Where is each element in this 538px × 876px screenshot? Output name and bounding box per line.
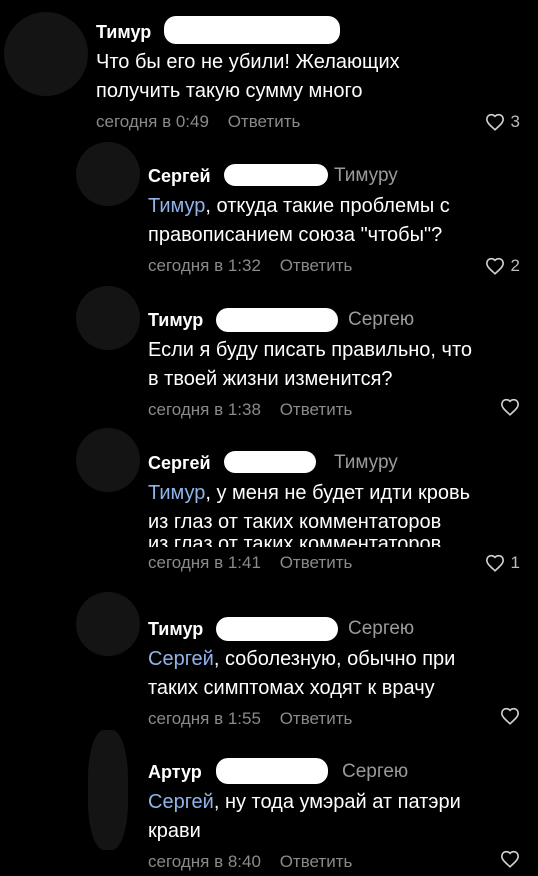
heart-icon [500, 850, 520, 868]
mention-link[interactable]: Сергей [148, 791, 214, 813]
comment: Сергей Тимуру Тимур, у меня не будет идт… [148, 449, 520, 575]
author-name[interactable]: Тимур [148, 310, 203, 330]
comment-text: Тимур, у меня не будет идти кровь из гла… [148, 482, 471, 533]
comment: Артур Сергею Сергей, ну тода умэрай ат п… [148, 758, 520, 874]
timestamp: сегодня в 0:49 [96, 112, 209, 131]
comment-text: Сергей, соболезную, обычно при таких сим… [148, 648, 456, 699]
like-button[interactable] [500, 850, 520, 868]
reply-button[interactable]: Ответить [280, 709, 353, 728]
comment: Тимур Сергею Сергей, соболезную, обычно … [148, 615, 520, 731]
heart-icon [485, 113, 504, 131]
redacted-surname [216, 617, 338, 641]
avatar[interactable] [76, 286, 140, 350]
mention-link[interactable]: Сергей [148, 648, 214, 670]
author-name[interactable]: Тимур [148, 619, 203, 639]
timestamp: сегодня в 1:38 [148, 400, 261, 419]
duplicated-text-artifact: из глаз от таких комментаторов [148, 537, 520, 547]
reply-to[interactable]: Тимуру [334, 449, 398, 477]
author-name[interactable]: Сергей [148, 453, 211, 473]
like-count: 2 [510, 256, 520, 275]
timestamp: сегодня в 1:32 [148, 256, 261, 275]
like-count: 1 [510, 553, 520, 572]
reply-to[interactable]: Сергею [348, 306, 414, 334]
reply-button[interactable]: Ответить [280, 400, 353, 419]
comment: Сергей Тимуру Тимур, откуда такие пробле… [148, 162, 520, 278]
timestamp: сегодня в 1:55 [148, 709, 261, 728]
like-count: 3 [510, 112, 520, 131]
avatar[interactable] [88, 730, 128, 850]
avatar[interactable] [76, 142, 140, 206]
reply-button[interactable]: Ответить [280, 553, 353, 572]
like-button[interactable]: 3 [485, 110, 520, 134]
comment: Тимур Что бы его не убили! Желающих полу… [96, 16, 520, 134]
avatar[interactable] [76, 592, 140, 656]
timestamp: сегодня в 1:41 [148, 553, 261, 572]
redacted-surname [216, 758, 328, 784]
redacted-surname [216, 308, 338, 332]
reply-button[interactable]: Ответить [228, 112, 301, 131]
reply-button[interactable]: Ответить [280, 852, 353, 871]
heart-icon [500, 398, 520, 416]
author-name[interactable]: Тимур [96, 22, 151, 42]
author-name[interactable]: Сергей [148, 166, 211, 186]
timestamp: сегодня в 8:40 [148, 852, 261, 871]
redacted-surname [164, 16, 340, 44]
comment-text: Если я буду писать правильно, что в твое… [148, 339, 473, 390]
heart-icon [485, 257, 504, 275]
like-button[interactable]: 1 [485, 551, 520, 575]
reply-to[interactable]: Сергею [342, 758, 408, 786]
redacted-surname [224, 164, 328, 186]
comment-text: Что бы его не убили! Желающих получить т… [96, 51, 400, 102]
mention-link[interactable]: Тимур [148, 482, 205, 504]
redacted-surname [224, 451, 316, 473]
mention-link[interactable]: Тимур [148, 195, 205, 217]
comment-text: Сергей, ну тода умэрай ат патэри крави [148, 791, 461, 842]
avatar[interactable] [76, 428, 140, 492]
reply-to[interactable]: Тимуру [334, 162, 398, 190]
like-button[interactable]: 2 [485, 254, 520, 278]
comment: Тимур Сергею Если я буду писать правильн… [148, 306, 520, 422]
like-button[interactable] [500, 707, 520, 725]
like-button[interactable] [500, 398, 520, 416]
avatar[interactable] [4, 12, 88, 96]
heart-icon [485, 554, 504, 572]
author-name[interactable]: Артур [148, 762, 202, 782]
reply-button[interactable]: Ответить [280, 256, 353, 275]
heart-icon [500, 707, 520, 725]
comment-text: Тимур, откуда такие проблемы с правописа… [148, 195, 450, 246]
reply-to[interactable]: Сергею [348, 615, 414, 643]
